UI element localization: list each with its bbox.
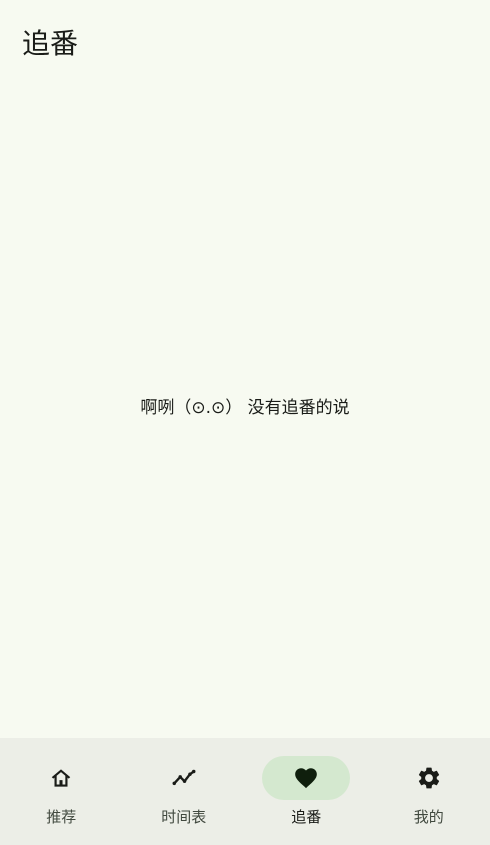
nav-item-label: 我的 [413,808,444,826]
nav-item-mine[interactable]: 我的 [368,738,490,845]
home-icon [52,769,71,787]
top-app-bar: 追番 [0,0,490,88]
bottom-navigation-bar: 推荐 时间表 追番 我的 [0,738,490,845]
page-title: 追番 [22,27,79,60]
main-content: 啊咧（⊙.⊙） 没有追番的说 [0,88,490,738]
nav-indicator [17,756,105,800]
nav-active-indicator [262,756,351,800]
empty-state-message: 啊咧（⊙.⊙） 没有追番的说 [140,398,350,418]
nav-item-label: 时间表 [161,808,207,826]
nav-item-following[interactable]: 追番 [245,738,368,845]
nav-item-label: 推荐 [46,808,77,826]
nav-item-label: 追番 [291,808,322,826]
nav-item-schedule[interactable]: 时间表 [123,738,246,845]
nav-item-recommend[interactable]: 推荐 [0,738,123,845]
timeline-icon [172,769,196,786]
nav-indicator [385,756,473,800]
app-screen: 追番 啊咧（⊙.⊙） 没有追番的说 推荐 时间表 追番 我的 [0,0,490,845]
nav-indicator [140,756,228,800]
gear-icon [418,767,439,789]
heart-icon [295,768,318,789]
